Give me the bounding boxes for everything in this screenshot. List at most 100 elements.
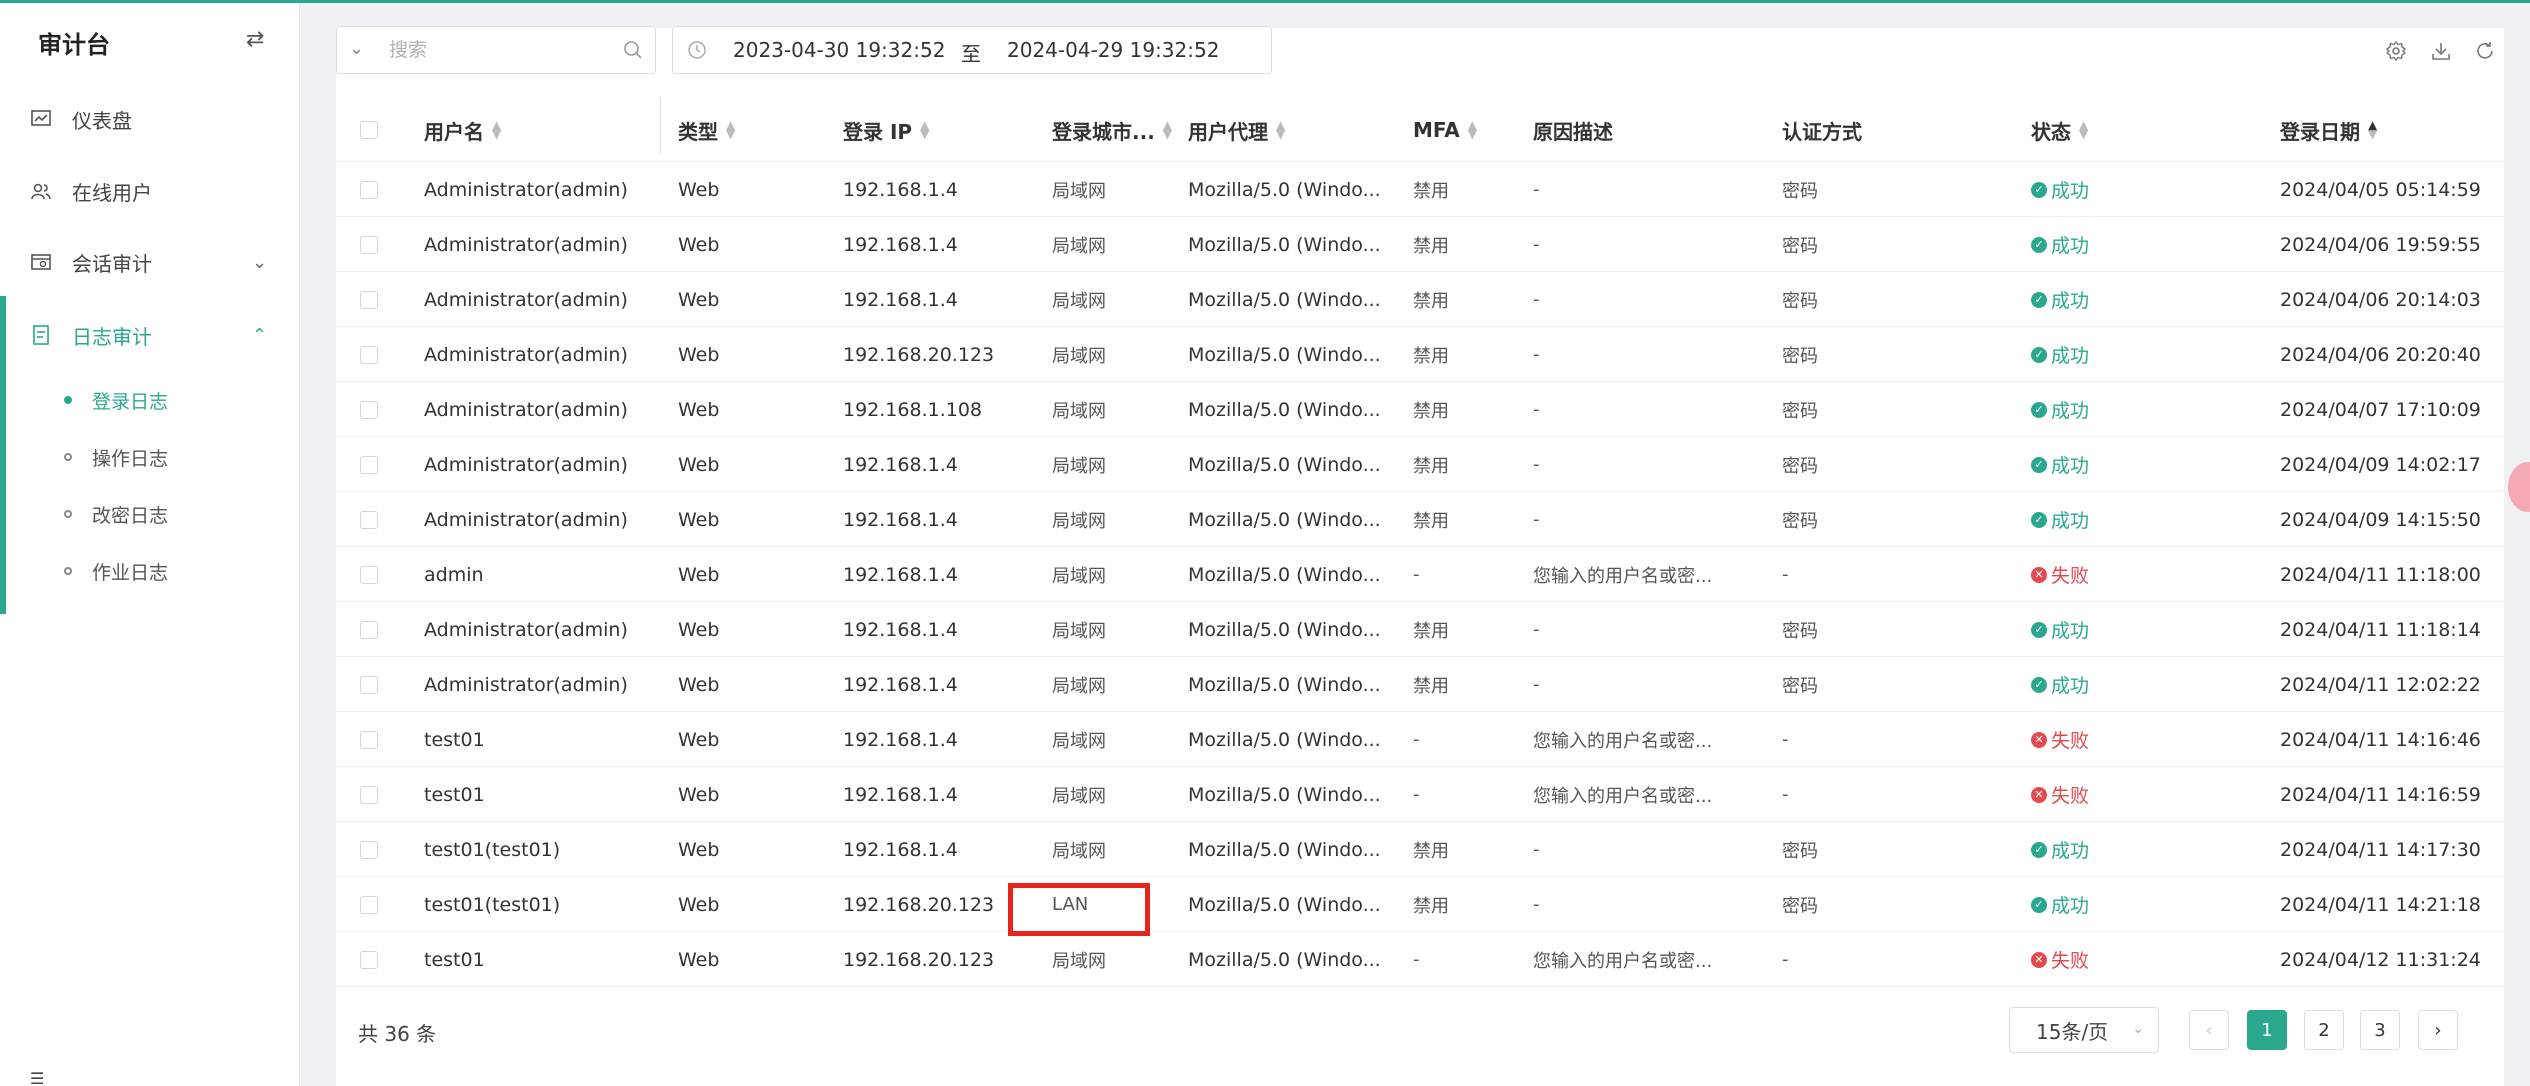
page-button-3[interactable]: 3 — [2360, 1010, 2400, 1050]
sort-icon[interactable]: ▲ ▼ — [1163, 119, 1172, 140]
search-box[interactable]: ⌄ — [336, 26, 656, 74]
sort-icon[interactable]: ▲ ▼ — [2368, 119, 2377, 140]
row-checkbox[interactable] — [360, 162, 378, 217]
table-row[interactable]: Administrator(admin) Web 192.168.1.4 局域网 Moz… — [336, 437, 2504, 492]
start-date[interactable]: 2023-04-30 19:32:52 — [733, 38, 945, 62]
row-checkbox[interactable] — [360, 767, 378, 822]
table-row[interactable]: Administrator(admin) Web 192.168.1.4 局域网 Moz… — [336, 492, 2504, 547]
switch-icon[interactable]: ⇄ — [246, 27, 264, 52]
sidebar-item-log-audit[interactable]: 日志审计 ⌃ — [0, 300, 300, 370]
row-checkbox[interactable] — [360, 602, 378, 657]
table-row[interactable]: Administrator(admin) Web 192.168.1.4 局域网 Moz… — [336, 162, 2504, 217]
column-header-status[interactable]: 状态 ▲ ▼ — [2031, 98, 2088, 162]
row-checkbox[interactable] — [360, 327, 378, 382]
column-header-username[interactable]: 用户名 ▲ ▼ — [424, 98, 501, 162]
sort-icon[interactable]: ▲ ▼ — [2079, 119, 2088, 140]
settings-icon[interactable] — [2385, 40, 2407, 66]
status-text: 成功 — [2051, 620, 2090, 642]
cell-mfa: 禁用 — [1413, 510, 1449, 532]
row-checkbox[interactable] — [360, 932, 378, 987]
search-input[interactable] — [389, 35, 599, 65]
status-text: 成功 — [2051, 895, 2090, 917]
row-checkbox[interactable] — [360, 657, 378, 712]
sidebar-subitem-password-log[interactable]: 改密日志 — [0, 486, 300, 542]
sort-icon[interactable]: ▲ ▼ — [726, 119, 735, 140]
table-row[interactable]: Administrator(admin) Web 192.168.1.4 局域网 Moz… — [336, 602, 2504, 657]
sort-icon[interactable]: ▲ ▼ — [1468, 119, 1477, 140]
table-row[interactable]: test01 Web 192.168.20.123 局域网 Mozilla/5.0 (W… — [336, 932, 2504, 987]
table-header: 用户名 ▲ ▼ 类型 ▲ ▼ 登录 IP ▲ ▼ 登录城市... ▲ ▼ 用户代理 ▲ ▼… — [336, 98, 2504, 162]
column-header-agent[interactable]: 用户代理 ▲ ▼ — [1188, 98, 1285, 162]
row-checkbox[interactable] — [360, 492, 378, 547]
sidebar-subitem-label: 改密日志 — [92, 504, 169, 527]
sidebar-subitem-job-log[interactable]: 作业日志 — [0, 543, 300, 599]
row-checkbox[interactable] — [360, 272, 378, 327]
cell-date: 2024/04/11 11:18:14 — [2280, 618, 2481, 641]
table-row[interactable]: Administrator(admin) Web 192.168.1.4 局域网 Moz… — [336, 217, 2504, 272]
column-header-mfa[interactable]: MFA ▲ ▼ — [1413, 98, 1477, 162]
cell-auth: 密码 — [1782, 180, 1818, 202]
sidebar-item-dashboard[interactable]: 仪表盘 — [0, 84, 300, 154]
table-row[interactable]: Administrator(admin) Web 192.168.1.4 局域网 Moz… — [336, 272, 2504, 327]
column-label: MFA — [1413, 118, 1460, 142]
page-button-2[interactable]: 2 — [2304, 1010, 2344, 1050]
cell-mfa: - — [1413, 949, 1420, 970]
table-row[interactable]: test01(test01) Web 192.168.20.123 LAN Mozill… — [336, 877, 2504, 932]
next-page-button[interactable]: › — [2418, 1010, 2458, 1050]
download-icon[interactable] — [2430, 40, 2452, 66]
cell-mfa: 禁用 — [1413, 895, 1449, 917]
table-row[interactable]: Administrator(admin) Web 192.168.1.108 局域网 M… — [336, 382, 2504, 437]
sort-icon[interactable]: ▲ ▼ — [1276, 119, 1285, 140]
end-date[interactable]: 2024-04-29 19:32:52 — [1007, 38, 1219, 62]
row-checkbox[interactable] — [360, 822, 378, 877]
table-row[interactable]: admin Web 192.168.1.4 局域网 Mozilla/5.0 (Windo… — [336, 547, 2504, 602]
date-range-picker[interactable]: 2023-04-30 19:32:52 至 2024-04-29 19:32:5… — [672, 26, 1272, 74]
column-header-type[interactable]: 类型 ▲ ▼ — [678, 98, 735, 162]
collapse-menu-icon[interactable]: ☰ — [30, 1069, 44, 1086]
sidebar-subitem-operation-log[interactable]: 操作日志 — [0, 429, 300, 485]
sidebar-subitem-login-log[interactable]: 登录日志 — [0, 372, 300, 428]
status-text: 成功 — [2051, 235, 2090, 257]
status-badge: ✓ 成功 — [2031, 451, 2089, 478]
select-all-checkbox[interactable] — [360, 98, 378, 162]
cell-city: 局域网 — [1052, 345, 1106, 367]
cell-type: Web — [678, 563, 720, 586]
sort-icon[interactable]: ▲ ▼ — [920, 119, 929, 140]
table-row[interactable]: test01 Web 192.168.1.4 局域网 Mozilla/5.0 (Wind… — [336, 767, 2504, 822]
sidebar-subitem-label: 作业日志 — [92, 561, 169, 584]
row-checkbox[interactable] — [360, 382, 378, 437]
row-checkbox[interactable] — [360, 217, 378, 272]
cell-city: 局域网 — [1052, 785, 1106, 807]
cell-type: Web — [678, 508, 720, 531]
row-checkbox[interactable] — [360, 712, 378, 767]
floating-help-button[interactable] — [2508, 462, 2530, 512]
column-header-date[interactable]: 登录日期 ▲ ▼ — [2280, 98, 2377, 162]
cell-date: 2024/04/06 20:20:40 — [2280, 343, 2481, 366]
row-checkbox[interactable] — [360, 877, 378, 932]
table-row[interactable]: Administrator(admin) Web 192.168.20.123 局域网… — [336, 327, 2504, 382]
cell-auth: - — [1782, 949, 1789, 970]
sidebar-item-online-users[interactable]: 在线用户 — [0, 156, 300, 226]
search-icon[interactable] — [623, 40, 643, 64]
status-text: 失败 — [2051, 565, 2090, 587]
cell-status: ✕ 失败 — [2031, 932, 2271, 987]
chevron-down-icon: ⌄ — [2132, 1021, 2144, 1037]
prev-page-button[interactable]: ‹ — [2189, 1010, 2229, 1050]
row-checkbox[interactable] — [360, 437, 378, 492]
table-row[interactable]: Administrator(admin) Web 192.168.1.4 局域网 Moz… — [336, 657, 2504, 712]
page-size-select[interactable]: 15条/页 ⌄ — [2009, 1007, 2159, 1053]
status-badge: ✕ 失败 — [2031, 726, 2089, 753]
check-circle-icon: ✓ — [2031, 896, 2047, 913]
sort-icon[interactable]: ▲ ▼ — [492, 119, 501, 140]
table-row[interactable]: test01 Web 192.168.1.4 局域网 Mozilla/5.0 (Wind… — [336, 712, 2504, 767]
column-header-city[interactable]: 登录城市... ▲ ▼ — [1052, 98, 1172, 162]
page-button-1[interactable]: 1 — [2247, 1010, 2287, 1050]
table-row[interactable]: test01(test01) Web 192.168.1.4 局域网 Mozilla/5… — [336, 822, 2504, 877]
row-checkbox[interactable] — [360, 547, 378, 602]
refresh-icon[interactable] — [2474, 40, 2496, 66]
bullet-icon — [64, 453, 72, 461]
cell-date: 2024/04/11 14:21:18 — [2280, 893, 2481, 916]
chevron-down-icon[interactable]: ⌄ — [349, 38, 364, 59]
sidebar-item-session-audit[interactable]: 会话审计 ⌄ — [0, 227, 300, 297]
column-header-ip[interactable]: 登录 IP ▲ ▼ — [843, 98, 929, 162]
